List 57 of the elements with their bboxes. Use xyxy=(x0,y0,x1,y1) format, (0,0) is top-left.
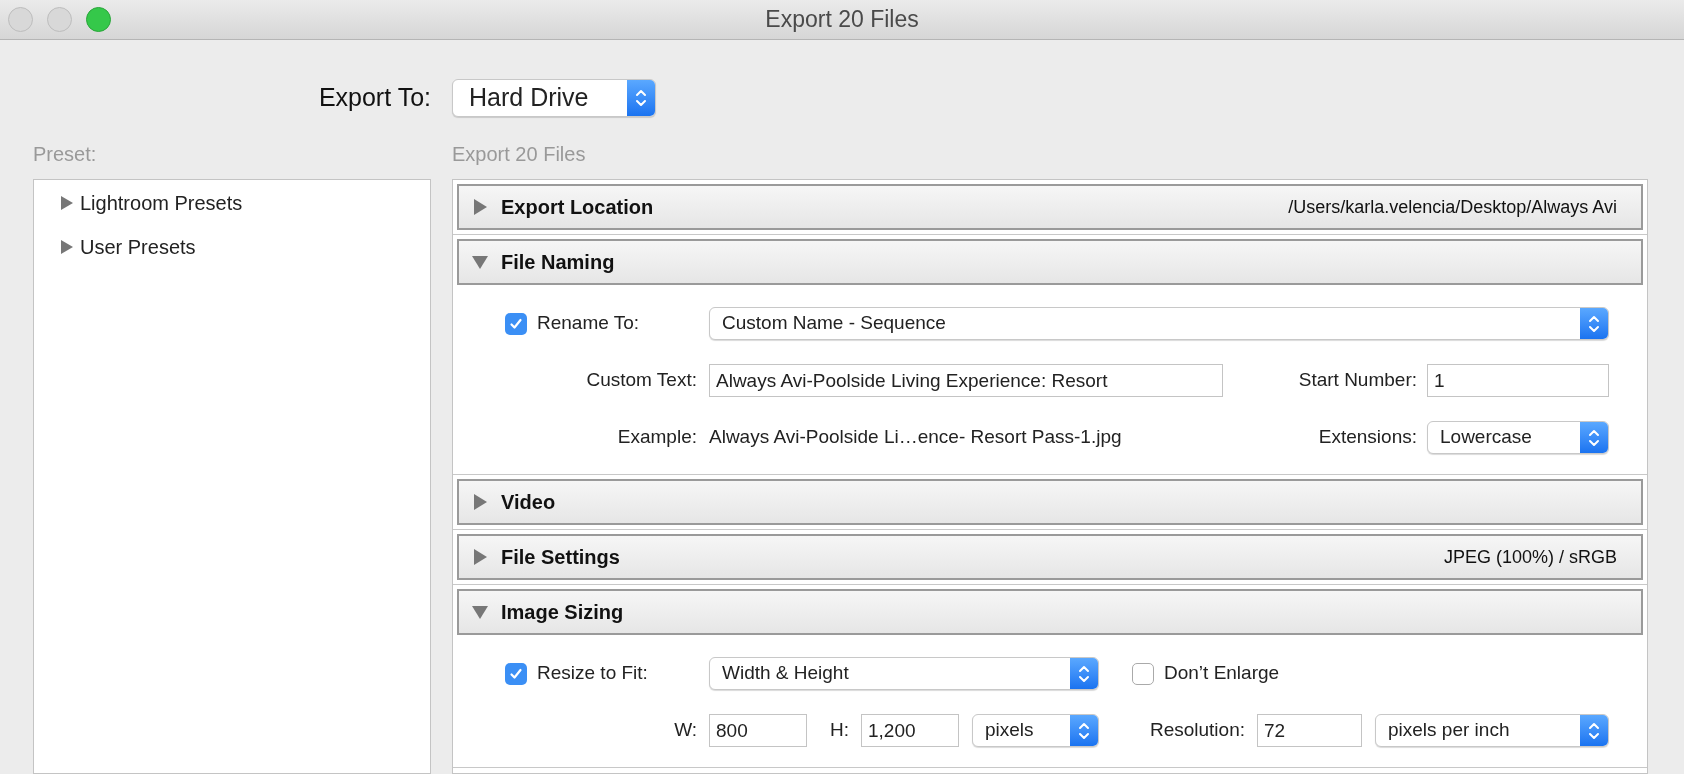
field-label: Custom Text: xyxy=(585,368,697,393)
checkbox[interactable] xyxy=(1132,662,1154,685)
field-label: Example: xyxy=(616,425,697,450)
checkmark-icon xyxy=(509,316,523,331)
field-label: Extensions: xyxy=(1317,425,1417,450)
section-header[interactable]: File Naming xyxy=(457,239,1643,285)
zoom-button[interactable] xyxy=(86,7,111,32)
resize-label: Resize to Fit: xyxy=(537,661,648,686)
window-title: Export 20 Files xyxy=(765,5,919,35)
resolution-field[interactable]: 72 xyxy=(1257,714,1362,747)
preset-folder[interactable]: Lightroom Presets xyxy=(60,188,430,218)
checkmark-icon xyxy=(509,666,523,681)
section-title: File Settings xyxy=(501,545,620,570)
preset-folder[interactable]: User Presets xyxy=(60,232,430,262)
example-filename: Always Avi-Poolside Li…ence- Resort Pass-1.jpg xyxy=(709,425,1123,450)
export-to-select[interactable]: Hard Drive xyxy=(452,79,656,117)
triangle-down-icon[interactable] xyxy=(471,603,489,621)
stepper-icon xyxy=(627,80,655,116)
extensions-select[interactable]: Lowercase xyxy=(1427,421,1609,454)
custom-text-field[interactable]: Always Avi-Poolside Living Experience: Resort xyxy=(709,364,1223,397)
field-label: Resolution: xyxy=(1148,718,1245,743)
width-field[interactable]: 800 xyxy=(709,714,807,747)
field-label: H: xyxy=(829,718,849,743)
resize-select[interactable]: Width & Height xyxy=(709,657,1099,690)
section-title: Video xyxy=(501,490,556,515)
section-header[interactable]: Video xyxy=(457,479,1643,525)
rename-label: Rename To: xyxy=(537,311,640,336)
preset-label: Preset: xyxy=(33,142,98,167)
field-label: W: xyxy=(673,718,697,743)
stepper-icon xyxy=(1070,658,1098,689)
start-number-field[interactable]: 1 xyxy=(1427,364,1609,397)
field-label: Start Number: xyxy=(1297,368,1417,393)
triangle-right-icon[interactable] xyxy=(471,493,489,511)
units-select[interactable]: pixels xyxy=(972,714,1099,747)
export-to-label: Export To: xyxy=(317,82,431,114)
triangle-right-icon[interactable] xyxy=(471,548,489,566)
stepper-icon xyxy=(1580,308,1608,339)
triangle-down-icon[interactable] xyxy=(471,253,489,271)
section-summary: /Users/karla.velencia/Desktop/Always Avi xyxy=(1288,195,1618,219)
dont-enlarge-label: Don’t Enlarge xyxy=(1164,661,1280,686)
section-header[interactable]: File Settings JPEG (100%) / sRGB xyxy=(457,534,1643,580)
rename-select[interactable]: Custom Name - Sequence xyxy=(709,307,1609,340)
checkbox[interactable] xyxy=(505,662,527,685)
stepper-icon xyxy=(1070,715,1098,746)
section-summary: JPEG (100%) / sRGB xyxy=(1443,545,1618,569)
resolution-units-select[interactable]: pixels per inch xyxy=(1375,714,1609,747)
section-header[interactable]: Image Sizing xyxy=(457,589,1643,635)
stepper-icon xyxy=(1580,422,1608,453)
checkbox[interactable] xyxy=(505,312,527,335)
panel-title: Export 20 Files xyxy=(452,142,587,167)
triangle-right-icon[interactable] xyxy=(471,198,489,216)
section-title: File Naming xyxy=(501,250,615,275)
section-title: Export Location xyxy=(501,195,654,220)
section-title: Image Sizing xyxy=(501,600,624,625)
height-field[interactable]: 1,200 xyxy=(861,714,959,747)
stepper-icon xyxy=(1580,715,1608,746)
section-header[interactable]: Export Location /Users/karla.velencia/Desktop/Always Avi xyxy=(457,184,1643,230)
